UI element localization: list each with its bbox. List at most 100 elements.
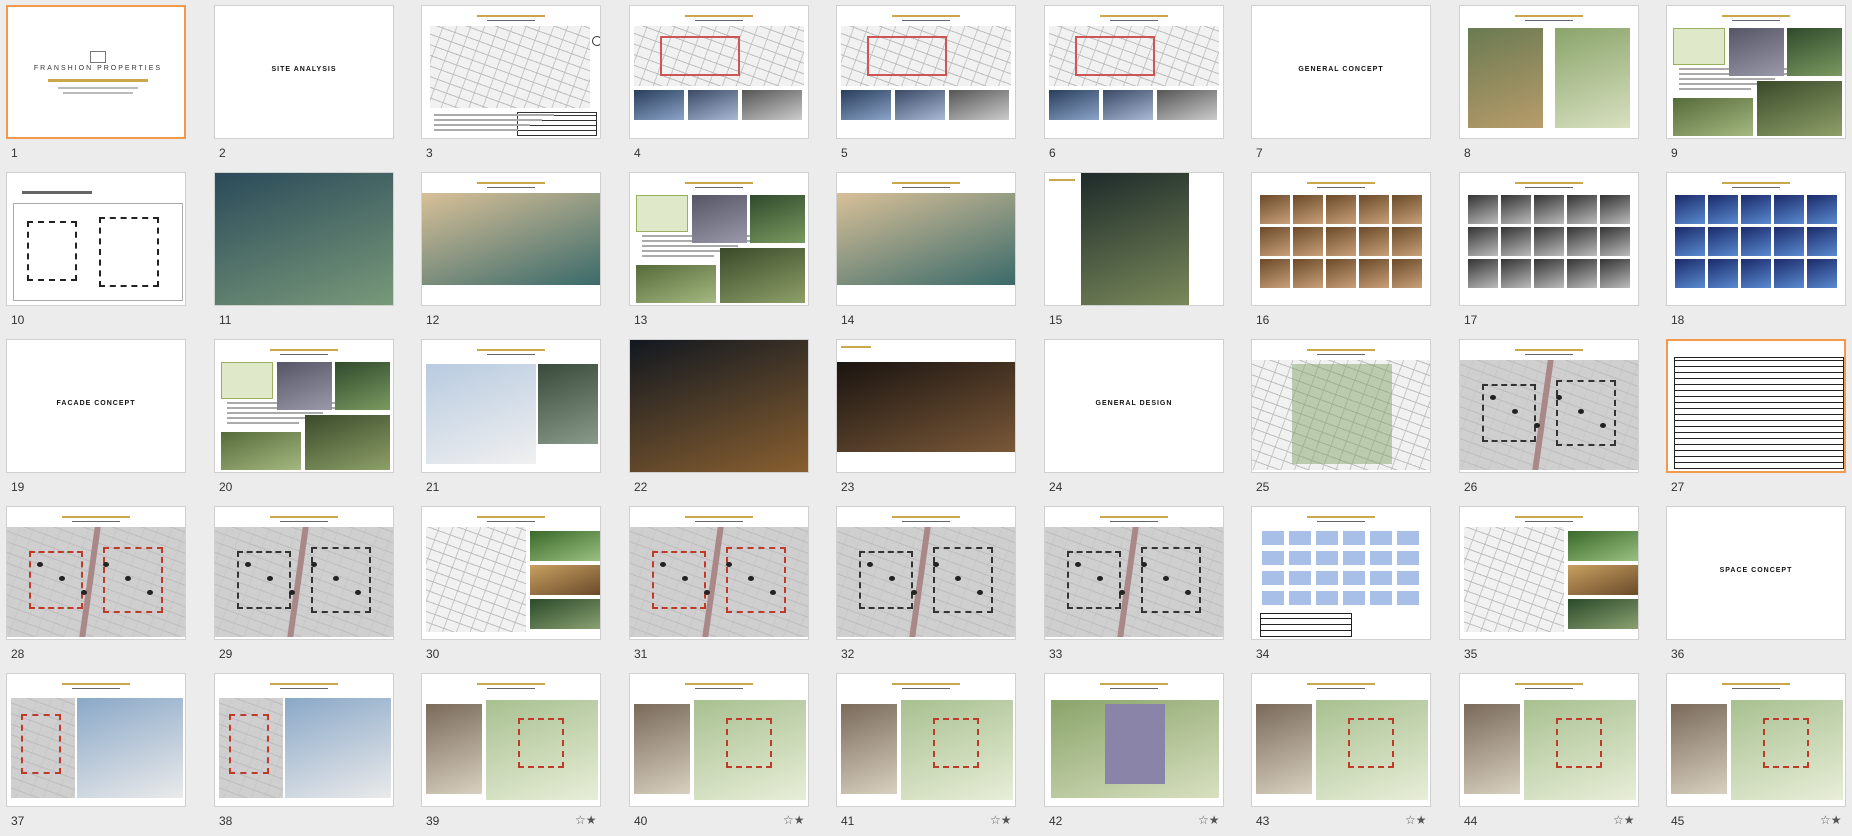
- animation-star-icon[interactable]: ☆★: [1405, 813, 1427, 827]
- slide-thumbnail[interactable]: [1459, 673, 1639, 807]
- slide-item[interactable]: 26: [1455, 335, 1663, 502]
- animation-star-icon[interactable]: ☆★: [575, 813, 597, 827]
- slide-item[interactable]: 4: [625, 1, 833, 168]
- slide-item[interactable]: 41 ☆★: [832, 669, 1040, 836]
- slide-item[interactable]: 39 ☆★: [417, 669, 625, 836]
- slide-thumbnail[interactable]: [6, 506, 186, 640]
- slide-thumbnail[interactable]: [1251, 506, 1431, 640]
- slide-item[interactable]: 32: [832, 502, 1040, 669]
- slide-thumbnail[interactable]: [629, 5, 809, 139]
- slide-thumbnail[interactable]: [836, 339, 1016, 473]
- slide-thumbnail[interactable]: [214, 339, 394, 473]
- slide-item[interactable]: 17: [1455, 168, 1663, 335]
- slide-thumbnail[interactable]: [836, 673, 1016, 807]
- slide-thumbnail[interactable]: [214, 172, 394, 306]
- slide-item[interactable]: 25: [1247, 335, 1455, 502]
- slide-thumbnail[interactable]: [214, 506, 394, 640]
- slide-thumbnail[interactable]: [1251, 339, 1431, 473]
- slide-thumbnail[interactable]: GENERAL CONCEPT: [1251, 5, 1431, 139]
- slide-item[interactable]: 42 ☆★: [1040, 669, 1248, 836]
- slide-thumbnail[interactable]: FACADE CONCEPT: [6, 339, 186, 473]
- slide-item[interactable]: 27: [1662, 335, 1852, 502]
- slide-item[interactable]: 29: [210, 502, 418, 669]
- slide-thumbnail[interactable]: [421, 5, 601, 139]
- slide-item[interactable]: 35: [1455, 502, 1663, 669]
- slide-thumbnail[interactable]: [1666, 339, 1846, 473]
- slide-thumbnail[interactable]: [1459, 506, 1639, 640]
- slide-thumbnail[interactable]: [1666, 172, 1846, 306]
- slide-thumbnail[interactable]: [629, 172, 809, 306]
- slide-item[interactable]: 34: [1247, 502, 1455, 669]
- slide-item[interactable]: 11: [210, 168, 418, 335]
- slide-thumbnail[interactable]: [1044, 673, 1224, 807]
- slide-thumbnail[interactable]: SPACE CONCEPT: [1666, 506, 1846, 640]
- slide-thumbnail[interactable]: [1459, 5, 1639, 139]
- slide-thumbnail[interactable]: GENERAL DESIGN: [1044, 339, 1224, 473]
- slide-item[interactable]: 8: [1455, 1, 1663, 168]
- slide-item[interactable]: 31: [625, 502, 833, 669]
- slide-item[interactable]: 5: [832, 1, 1040, 168]
- animation-star-icon[interactable]: ☆★: [1820, 813, 1842, 827]
- slide-item[interactable]: 18: [1662, 168, 1852, 335]
- slide-thumbnail[interactable]: [1044, 506, 1224, 640]
- slide-item[interactable]: 15: [1040, 168, 1248, 335]
- slide-thumbnail[interactable]: [6, 172, 186, 306]
- slide-thumbnail[interactable]: [421, 339, 601, 473]
- slide-item[interactable]: 13: [625, 168, 833, 335]
- slide-thumbnail[interactable]: [836, 506, 1016, 640]
- slide-item[interactable]: 20: [210, 335, 418, 502]
- slide-item[interactable]: 40 ☆★: [625, 669, 833, 836]
- slide-thumbnail[interactable]: FRANSHION PROPERTIES: [6, 5, 186, 139]
- slide-thumbnail[interactable]: [629, 506, 809, 640]
- slide-item[interactable]: 21: [417, 335, 625, 502]
- slide-thumbnail[interactable]: [629, 339, 809, 473]
- slide-thumbnail[interactable]: [1044, 172, 1224, 306]
- slide-item[interactable]: SITE ANALYSIS 2: [210, 1, 418, 168]
- slide-thumbnail[interactable]: SITE ANALYSIS: [214, 5, 394, 139]
- animation-star-icon[interactable]: ☆★: [1198, 813, 1220, 827]
- slide-thumbnail[interactable]: [1459, 172, 1639, 306]
- slide-item[interactable]: 33: [1040, 502, 1248, 669]
- animation-star-icon[interactable]: ☆★: [990, 813, 1012, 827]
- route-outline: [859, 551, 913, 609]
- slide-item[interactable]: 38: [210, 669, 418, 836]
- slide-thumbnail[interactable]: [1459, 339, 1639, 473]
- slide-thumbnail[interactable]: [1044, 5, 1224, 139]
- slide-thumbnail[interactable]: [6, 673, 186, 807]
- site-outline: [660, 36, 740, 76]
- slide-item[interactable]: 28: [2, 502, 210, 669]
- slide-thumbnail[interactable]: [421, 673, 601, 807]
- slide-thumbnail[interactable]: [1666, 673, 1846, 807]
- slide-item[interactable]: FACADE CONCEPT 19: [2, 335, 210, 502]
- slide-item[interactable]: 45 ☆★: [1662, 669, 1852, 836]
- parking-block: [1316, 571, 1338, 585]
- slide-item[interactable]: 6: [1040, 1, 1248, 168]
- slide-item[interactable]: 43 ☆★: [1247, 669, 1455, 836]
- slide-item[interactable]: 14: [832, 168, 1040, 335]
- slide-item[interactable]: 16: [1247, 168, 1455, 335]
- slide-item[interactable]: FRANSHION PROPERTIES 1: [2, 1, 210, 168]
- slide-thumbnail[interactable]: [1666, 5, 1846, 139]
- slide-item[interactable]: 3: [417, 1, 625, 168]
- slide-item[interactable]: SPACE CONCEPT 36: [1662, 502, 1852, 669]
- slide-item[interactable]: GENERAL CONCEPT 7: [1247, 1, 1455, 168]
- slide-item[interactable]: 10: [2, 168, 210, 335]
- slide-item[interactable]: 23: [832, 335, 1040, 502]
- slide-thumbnail[interactable]: [836, 5, 1016, 139]
- slide-item[interactable]: 37: [2, 669, 210, 836]
- slide-thumbnail[interactable]: [214, 673, 394, 807]
- slide-item[interactable]: 22: [625, 335, 833, 502]
- animation-star-icon[interactable]: ☆★: [783, 813, 805, 827]
- slide-item[interactable]: 12: [417, 168, 625, 335]
- slide-thumbnail[interactable]: [421, 172, 601, 306]
- slide-thumbnail[interactable]: [629, 673, 809, 807]
- slide-thumbnail[interactable]: [1251, 172, 1431, 306]
- slide-thumbnail[interactable]: [836, 172, 1016, 306]
- slide-thumbnail[interactable]: [421, 506, 601, 640]
- slide-item[interactable]: GENERAL DESIGN 24: [1040, 335, 1248, 502]
- slide-item[interactable]: 44 ☆★: [1455, 669, 1663, 836]
- slide-item[interactable]: 30: [417, 502, 625, 669]
- animation-star-icon[interactable]: ☆★: [1613, 813, 1635, 827]
- slide-thumbnail[interactable]: [1251, 673, 1431, 807]
- slide-item[interactable]: 9: [1662, 1, 1852, 168]
